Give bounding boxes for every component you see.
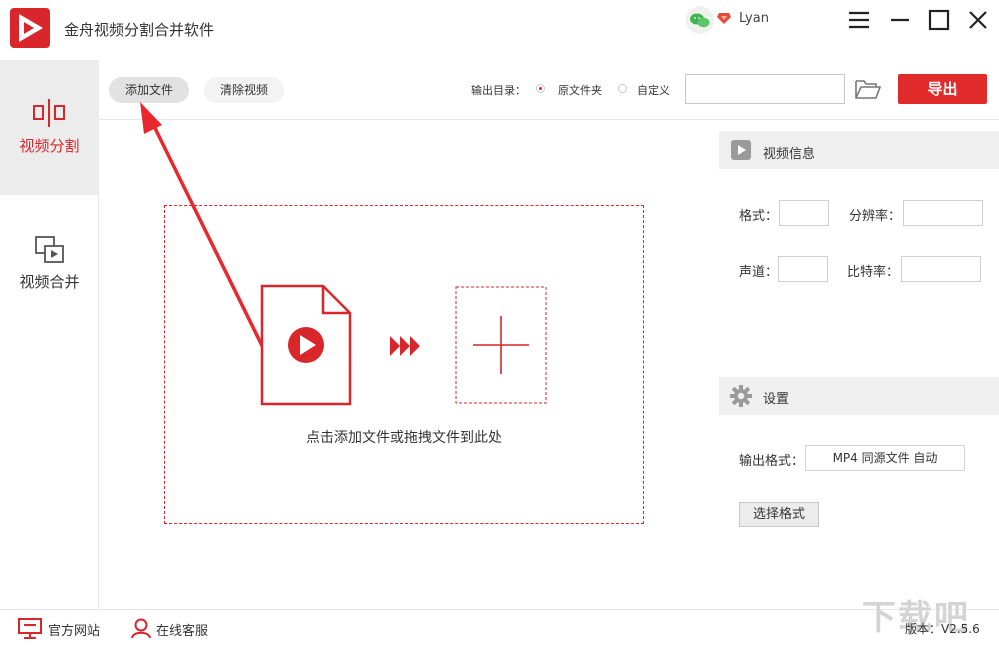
format-field xyxy=(779,200,829,226)
vip-diamond-icon xyxy=(716,10,732,26)
sidebar-item-merge-label: 视频合并 xyxy=(19,273,80,291)
resolution-field xyxy=(903,200,983,226)
video-info-title: 视频信息 xyxy=(763,147,816,162)
customer-service-icon[interactable] xyxy=(130,617,152,639)
sidebar-item-merge[interactable] xyxy=(0,205,99,325)
triple-arrow-icon xyxy=(390,336,420,356)
open-folder-icon[interactable] xyxy=(854,77,882,101)
channel-field xyxy=(778,256,828,282)
format-label: 格式： xyxy=(739,209,779,224)
bitrate-field xyxy=(901,256,981,282)
wechat-icon[interactable] xyxy=(686,6,714,34)
menu-icon[interactable] xyxy=(847,8,871,32)
file-drop-zone[interactable] xyxy=(164,205,644,524)
channel-label: 声道： xyxy=(739,265,779,280)
gear-icon xyxy=(730,385,752,407)
merge-icon xyxy=(35,236,64,263)
user-name[interactable]: Lyan xyxy=(739,11,769,26)
radio-custom-folder-label[interactable]: 自定义 xyxy=(637,82,670,98)
output-format-label: 输出格式： xyxy=(739,454,805,469)
app-logo-icon xyxy=(10,8,50,48)
output-path-input[interactable] xyxy=(685,74,845,104)
resolution-label: 分辨率： xyxy=(849,209,902,224)
settings-header: 设置 xyxy=(719,377,999,415)
app-title: 金舟视频分割合并软件 xyxy=(64,21,215,39)
settings-title: 设置 xyxy=(763,392,790,407)
output-format-field[interactable]: MP4 同源文件 自动 xyxy=(805,445,965,471)
maximize-icon[interactable] xyxy=(927,8,951,32)
radio-custom-folder[interactable] xyxy=(618,84,627,93)
close-icon[interactable] xyxy=(966,8,990,32)
online-support-link[interactable]: 在线客服 xyxy=(156,620,208,639)
website-monitor-icon[interactable] xyxy=(18,618,42,640)
radio-original-folder[interactable] xyxy=(536,84,545,93)
minimize-icon[interactable] xyxy=(888,8,912,32)
choose-format-button[interactable]: 选择格式 xyxy=(739,502,819,527)
video-file-icon xyxy=(260,284,352,406)
export-button[interactable]: 导出 xyxy=(898,74,987,104)
drop-zone-hint: 点击添加文件或拖拽文件到此处 xyxy=(306,430,502,446)
video-info-icon xyxy=(731,140,751,160)
sidebar-item-split[interactable] xyxy=(0,60,99,195)
video-info-header: 视频信息 xyxy=(719,131,999,169)
split-icon xyxy=(33,99,65,127)
version-label: 版本：V2.5.6 xyxy=(905,622,980,636)
official-website-link[interactable]: 官方网站 xyxy=(48,620,100,639)
radio-original-folder-label[interactable]: 原文件夹 xyxy=(558,82,602,98)
sidebar-item-split-label: 视频分割 xyxy=(19,137,80,155)
bitrate-label: 比特率： xyxy=(847,265,900,280)
add-plus-icon[interactable] xyxy=(455,286,547,404)
output-dir-label: 输出目录： xyxy=(471,84,526,97)
